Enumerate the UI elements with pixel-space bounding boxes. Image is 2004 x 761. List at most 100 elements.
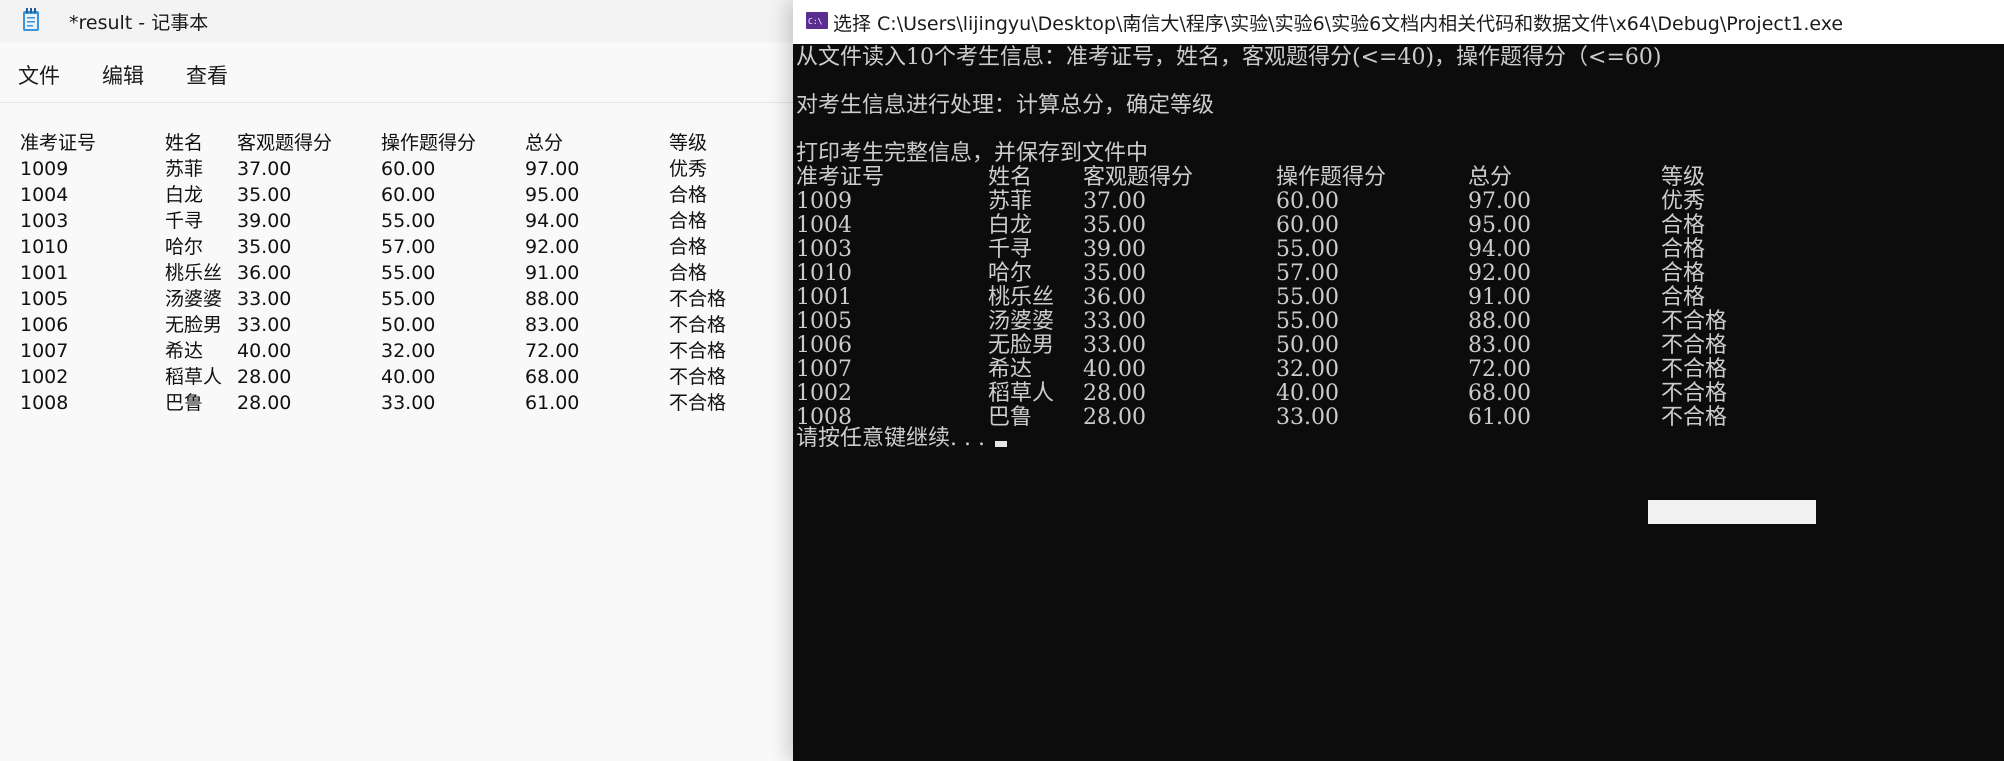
notepad-cell: 88.00 [525, 288, 580, 310]
notepad-cell: 35.00 [237, 184, 292, 206]
console-cell: 95.00 [1468, 213, 1531, 238]
console-header-cell: 姓名 [988, 165, 1033, 190]
console-cell: 57.00 [1276, 261, 1339, 286]
console-cell: 哈尔 [988, 261, 1033, 286]
console-line-print: 打印考生完整信息，并保存到文件中 [796, 141, 1149, 166]
notepad-cell: 32.00 [381, 340, 436, 362]
console-row: 1005 汤婆婆 33.00 55.00 88.00 不合格 [793, 310, 2004, 334]
console-cell: 白龙 [988, 213, 1033, 238]
console-cell: 33.00 [1276, 405, 1339, 430]
console-line-process: 对考生信息进行处理：计算总分，确定等级 [796, 93, 1215, 118]
console-cell: 40.00 [1276, 381, 1339, 406]
console-cell: 1005 [796, 309, 852, 334]
notepad-cell: 60.00 [381, 184, 436, 206]
console-cell: 37.00 [1083, 189, 1146, 214]
notepad-cell: 千寻 [165, 210, 204, 232]
console-cell: 汤婆婆 [988, 309, 1055, 334]
notepad-header-cell: 总分 [525, 132, 564, 154]
notepad-cell: 83.00 [525, 314, 580, 336]
console-cell: 1006 [796, 333, 852, 358]
console-cell: 不合格 [1661, 309, 1728, 334]
notepad-cell: 33.00 [237, 314, 292, 336]
console-cell: 35.00 [1083, 213, 1146, 238]
console-header-cell: 操作题得分 [1276, 165, 1387, 190]
notepad-row: 1003 千寻 39.00 55.00 94.00 合格 [0, 208, 795, 234]
notepad-cell: 33.00 [237, 288, 292, 310]
notepad-window: *result - 记事本 文件 编辑 查看 准考证号 姓名 客观题得分 操作题得分 总… [0, 0, 795, 761]
notepad-cell: 不合格 [669, 392, 727, 414]
console-titlebar[interactable]: C:\ 选择 C:\Users\lijingyu\Desktop\南信大\程序\… [793, 0, 2004, 44]
console-header-cell: 总分 [1468, 165, 1513, 190]
console-window: C:\ 选择 C:\Users\lijingyu\Desktop\南信大\程序\… [793, 0, 2004, 761]
notepad-header-row: 准考证号 姓名 客观题得分 操作题得分 总分 等级 [0, 130, 795, 156]
notepad-cell: 91.00 [525, 262, 580, 284]
console-header-cell: 等级 [1661, 165, 1706, 190]
console-cell: 合格 [1661, 213, 1706, 238]
notepad-cell: 40.00 [237, 340, 292, 362]
console-cell: 不合格 [1661, 333, 1728, 358]
console-cell: 32.00 [1276, 357, 1339, 382]
console-title: 选择 C:\Users\lijingyu\Desktop\南信大\程序\实验\实… [833, 13, 1844, 35]
notepad-cell: 白龙 [165, 184, 204, 206]
console-header-cell: 客观题得分 [1083, 165, 1194, 190]
console-cell: 无脸男 [988, 333, 1055, 358]
notepad-cell: 合格 [669, 236, 708, 258]
notepad-cell: 不合格 [669, 366, 727, 388]
notepad-cell: 28.00 [237, 392, 292, 414]
console-row: 1007 希达 40.00 32.00 72.00 不合格 [793, 358, 2004, 382]
notepad-row: 1005 汤婆婆 33.00 55.00 88.00 不合格 [0, 286, 795, 312]
console-cell: 不合格 [1661, 357, 1728, 382]
notepad-titlebar[interactable]: *result - 记事本 [0, 0, 795, 42]
console-cell: 1003 [796, 237, 852, 262]
console-cell: 33.00 [1083, 333, 1146, 358]
notepad-cell: 37.00 [237, 158, 292, 180]
console-row: 1009 苏菲 37.00 60.00 97.00 优秀 [793, 190, 2004, 214]
console-row: 1003 千寻 39.00 55.00 94.00 合格 [793, 238, 2004, 262]
notepad-cell: 1008 [20, 392, 69, 414]
console-row: 1001 桃乐丝 36.00 55.00 91.00 合格 [793, 286, 2004, 310]
notepad-cell: 1001 [20, 262, 69, 284]
console-cell: 不合格 [1661, 405, 1728, 430]
notepad-row: 1004 白龙 35.00 60.00 95.00 合格 [0, 182, 795, 208]
notepad-cell: 60.00 [381, 158, 436, 180]
notepad-cell: 汤婆婆 [165, 288, 223, 310]
notepad-row: 1007 希达 40.00 32.00 72.00 不合格 [0, 338, 795, 364]
notepad-row: 1006 无脸男 33.00 50.00 83.00 不合格 [0, 312, 795, 338]
console-cell: 94.00 [1468, 237, 1531, 262]
console-row: 1006 无脸男 33.00 50.00 83.00 不合格 [793, 334, 2004, 358]
console-output[interactable]: 从文件读入10个考生信息：准考证号，姓名，客观题得分(<=40)，操作题得分（<… [793, 44, 2004, 761]
notepad-cell: 1002 [20, 366, 69, 388]
console-cell: 97.00 [1468, 189, 1531, 214]
notepad-cell: 1009 [20, 158, 69, 180]
notepad-cell: 合格 [669, 262, 708, 284]
notepad-cell: 28.00 [237, 366, 292, 388]
notepad-cell: 40.00 [381, 366, 436, 388]
console-row: 1002 稻草人 28.00 40.00 68.00 不合格 [793, 382, 2004, 406]
console-cell: 68.00 [1468, 381, 1531, 406]
notepad-cell: 桃乐丝 [165, 262, 223, 284]
notepad-cell: 哈尔 [165, 236, 204, 258]
console-cell: 35.00 [1083, 261, 1146, 286]
notepad-cell: 55.00 [381, 262, 436, 284]
console-prompt-line: 请按任意键继续. . . [796, 427, 1007, 451]
menu-edit[interactable]: 编辑 [102, 60, 144, 90]
console-cell: 36.00 [1083, 285, 1146, 310]
console-cell: 千寻 [988, 237, 1033, 262]
console-cell: 39.00 [1083, 237, 1146, 262]
notepad-cell: 39.00 [237, 210, 292, 232]
notepad-cell: 95.00 [525, 184, 580, 206]
notepad-cell: 希达 [165, 340, 204, 362]
console-cell: 苏菲 [988, 189, 1033, 214]
notepad-cell: 35.00 [237, 236, 292, 258]
console-cell: 1010 [796, 261, 852, 286]
notepad-row: 1002 稻草人 28.00 40.00 68.00 不合格 [0, 364, 795, 390]
notepad-cell: 合格 [669, 184, 708, 206]
console-icon: C:\ [806, 12, 828, 29]
console-cell: 83.00 [1468, 333, 1531, 358]
menu-file[interactable]: 文件 [18, 60, 60, 90]
console-cell: 60.00 [1276, 189, 1339, 214]
menu-view[interactable]: 查看 [186, 60, 228, 90]
notepad-text-area[interactable]: 准考证号 姓名 客观题得分 操作题得分 总分 等级 1009 苏菲 37.00 60.00 97.0… [0, 103, 795, 761]
console-prompt: 请按任意键继续. . . [796, 426, 985, 451]
notepad-cell: 合格 [669, 210, 708, 232]
